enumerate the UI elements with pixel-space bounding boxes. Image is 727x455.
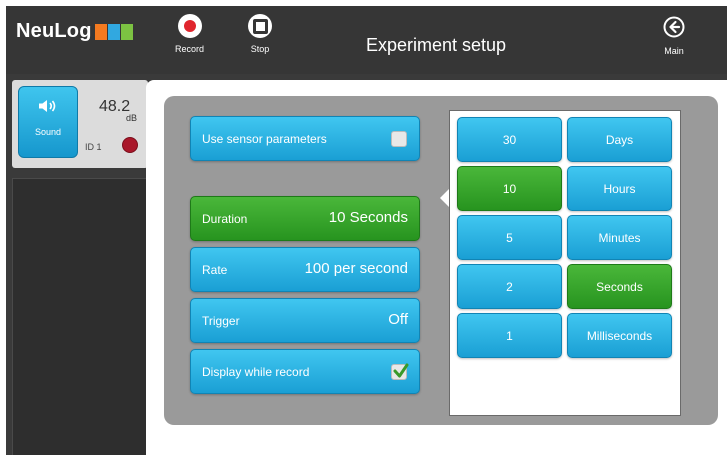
duration-button[interactable]: Duration 10 Seconds xyxy=(190,196,420,241)
duration-picker: 30 10 5 2 1 Days Hours Minutes Seconds Milliseco… xyxy=(449,110,681,416)
duration-value-option[interactable]: 1 xyxy=(457,313,562,358)
duration-unit-option-seconds[interactable]: Seconds xyxy=(567,264,672,309)
trigger-button[interactable]: Trigger Off xyxy=(190,298,420,343)
neulog-logo: NeuLog xyxy=(16,20,133,43)
duration-value-option[interactable]: 5 xyxy=(457,215,562,260)
display-while-record-checkbox[interactable] xyxy=(391,363,409,380)
record-icon xyxy=(177,14,202,38)
sensor-name: Sound xyxy=(34,127,62,137)
sensor-id: ID 1 xyxy=(85,142,102,152)
checkmark-icon xyxy=(393,363,409,378)
trigger-label: Trigger xyxy=(202,314,240,328)
main-label: Main xyxy=(664,46,684,56)
duration-unit-option-hours[interactable]: Hours xyxy=(567,166,672,211)
record-label: Record xyxy=(175,44,205,54)
top-bar: NeuLog Record Stop Experiment setup Main xyxy=(6,6,727,74)
duration-unit-option-milliseconds[interactable]: Milliseconds xyxy=(567,313,672,358)
use-sensor-parameters-label: Use sensor parameters xyxy=(202,132,327,146)
rate-label: Rate xyxy=(202,263,228,277)
trigger-value: Off xyxy=(388,311,408,328)
app-window: NeuLog Record Stop Experiment setup Main xyxy=(6,6,727,455)
sensor-status-led xyxy=(122,137,138,153)
duration-value: 10 Seconds xyxy=(328,209,408,226)
duration-value-option[interactable]: 30 xyxy=(457,117,562,162)
main-button[interactable]: Main xyxy=(663,16,685,56)
back-arrow-icon xyxy=(663,16,685,38)
use-sensor-parameters-checkbox[interactable] xyxy=(391,131,407,147)
page-title: Experiment setup xyxy=(366,35,507,55)
stop-icon xyxy=(248,14,272,38)
duration-unit-option-days[interactable]: Days xyxy=(567,117,672,162)
duration-unit-option-minutes[interactable]: Minutes xyxy=(567,215,672,260)
sensor-sidebar xyxy=(12,178,148,455)
sensor-unit: dB xyxy=(126,113,138,123)
record-button[interactable]: Record xyxy=(175,14,204,54)
rate-button[interactable]: Rate 100 per second xyxy=(190,247,420,292)
stop-button[interactable]: Stop xyxy=(248,14,272,54)
setup-panel: Use sensor parameters Duration 10 Second… xyxy=(164,96,718,425)
logo-text: NeuLog xyxy=(16,20,92,42)
display-while-record-label: Display while record xyxy=(202,365,310,379)
use-sensor-parameters-button[interactable]: Use sensor parameters xyxy=(190,116,420,161)
speaker-icon xyxy=(39,100,56,112)
sensor-card: Sound 48.2 dB ID 1 xyxy=(12,80,148,168)
stop-label: Stop xyxy=(250,44,270,54)
main-area: Use sensor parameters Duration 10 Second… xyxy=(146,80,727,455)
duration-value-option[interactable]: 2 xyxy=(457,264,562,309)
duration-value-option[interactable]: 10 xyxy=(457,166,562,211)
sensor-button-sound[interactable]: Sound xyxy=(18,86,78,158)
rate-value: 100 per second xyxy=(304,260,408,277)
logo-mark-icon xyxy=(94,23,133,40)
duration-label: Duration xyxy=(202,212,248,226)
display-while-record-button[interactable]: Display while record xyxy=(190,349,420,394)
